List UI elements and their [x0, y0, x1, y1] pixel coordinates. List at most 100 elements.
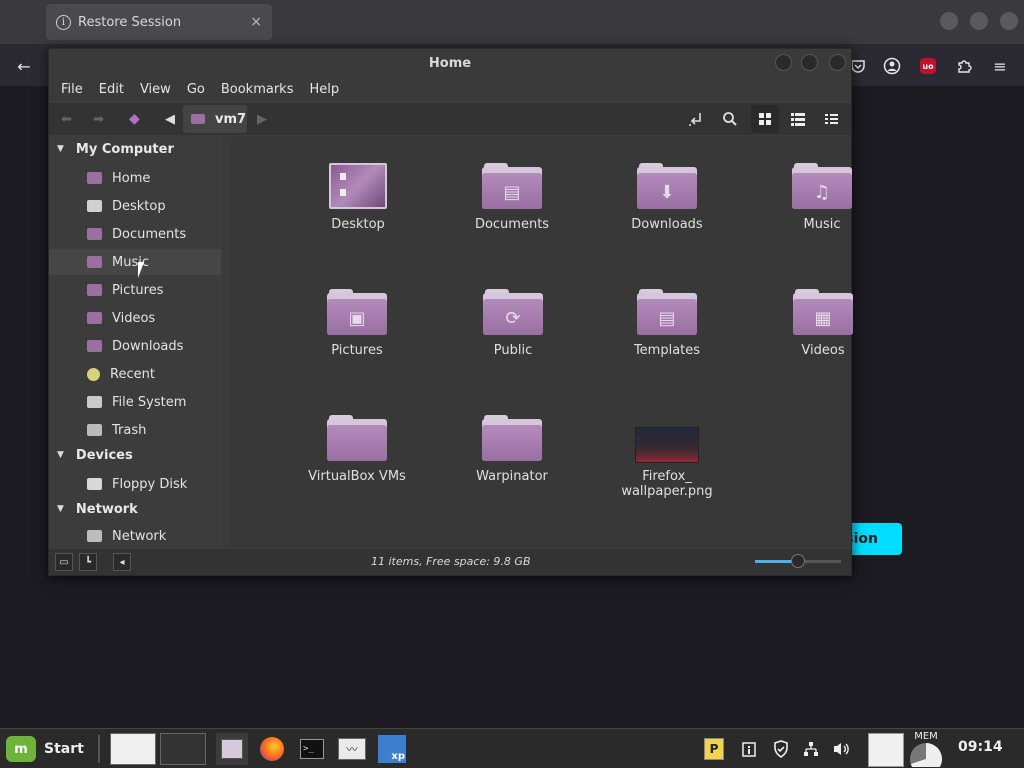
status-text: 11 items, Free space: 9.8 GB	[371, 555, 531, 568]
menu-help[interactable]: Help	[301, 82, 347, 97]
music-folder-icon: ♫	[792, 163, 852, 209]
file-item-documents[interactable]: ▤ Documents	[447, 163, 577, 232]
file-item-templates[interactable]: ▤ Templates	[602, 289, 732, 358]
start-menu-button[interactable]: m Start	[6, 735, 84, 763]
show-places-icon[interactable]: ▭	[55, 553, 73, 571]
file-label: Public	[493, 343, 533, 358]
file-item-public[interactable]: ⟳ Public	[448, 289, 578, 358]
firefox-close-button[interactable]	[1000, 12, 1018, 30]
zoom-slider[interactable]	[755, 554, 841, 568]
ublock-origin-icon[interactable]: uo	[918, 56, 938, 76]
pictures-icon	[87, 284, 102, 296]
sidebar-item-documents[interactable]: Documents	[49, 221, 221, 247]
file-label: Desktop	[331, 217, 385, 232]
memory-monitor[interactable]: MEM	[908, 731, 944, 767]
tray-p-icon[interactable]: P	[704, 738, 724, 760]
firefox-minimize-button[interactable]	[940, 12, 958, 30]
toggle-sidebar-icon[interactable]: ◂	[113, 553, 131, 571]
toggle-location-entry-icon[interactable]	[685, 108, 707, 130]
terminal-launcher[interactable]: >_	[296, 733, 328, 765]
sidebar-item-recent[interactable]: Recent	[49, 361, 221, 387]
forward-icon[interactable]: ➡	[93, 110, 104, 128]
file-item-videos[interactable]: ▦ Videos	[758, 289, 888, 358]
clock[interactable]: 09:14	[958, 739, 1003, 755]
workspace-1[interactable]	[110, 733, 156, 765]
sidebar-item-videos[interactable]: Videos	[49, 305, 221, 331]
maximize-button[interactable]	[801, 54, 818, 71]
firefox-maximize-button[interactable]	[970, 12, 988, 30]
file-manager-window: Home File Edit View Go Bookmarks Help ⬅ …	[48, 48, 853, 576]
workspace-2[interactable]	[160, 733, 206, 765]
file-item-music[interactable]: ♫ Music	[757, 163, 887, 232]
file-label: Pictures	[331, 343, 383, 358]
menu-go[interactable]: Go	[179, 82, 213, 97]
trash-icon	[87, 424, 102, 436]
file-item-firefox-wallpaper[interactable]: Firefox_ wallpaper.png	[602, 427, 732, 499]
file-item-downloads[interactable]: ⬇ Downloads	[602, 163, 732, 232]
extensions-puzzle-icon[interactable]	[954, 56, 974, 76]
system-monitor-icon: 〰	[338, 738, 366, 760]
file-item-desktop[interactable]: Desktop	[293, 163, 423, 232]
desktop-icon	[87, 200, 102, 212]
downloads-folder-icon: ⬇	[637, 163, 697, 209]
icon-view-icon[interactable]	[751, 105, 779, 133]
sidebar-item-trash[interactable]: Trash	[49, 417, 221, 443]
sidebar-item-file-system[interactable]: File System	[49, 389, 221, 415]
sidebar-item-home[interactable]: Home	[49, 165, 221, 191]
sidebar-item-pictures[interactable]: Pictures	[49, 277, 221, 303]
file-item-virtualbox-vms[interactable]: VirtualBox VMs	[292, 415, 422, 484]
linux-mint-logo-icon: m	[6, 736, 36, 762]
music-icon	[87, 256, 102, 268]
menu-view[interactable]: View	[132, 82, 179, 97]
zoom-slider-handle[interactable]	[791, 554, 805, 568]
system-monitor-launcher[interactable]: 〰	[336, 733, 368, 765]
firefox-launcher[interactable]	[256, 733, 288, 765]
list-view-icon[interactable]	[787, 108, 809, 130]
sidebar-item-downloads[interactable]: Downloads	[49, 333, 221, 359]
sidebar-section-network[interactable]: ▼ Network	[57, 499, 138, 519]
file-item-warpinator[interactable]: Warpinator	[447, 415, 577, 484]
minimize-button[interactable]	[775, 54, 792, 71]
menu-file[interactable]: File	[53, 82, 91, 97]
breadcrumb-vm7[interactable]: vm7	[183, 105, 247, 133]
image-thumbnail	[635, 427, 699, 463]
show-desktop-icon[interactable]	[868, 733, 904, 767]
menu-edit[interactable]: Edit	[91, 82, 132, 97]
show-treeview-icon[interactable]: ┗	[79, 553, 97, 571]
menu-bookmarks[interactable]: Bookmarks	[213, 82, 302, 97]
breadcrumb-left-arrow-icon[interactable]: ◀	[165, 110, 175, 128]
taskbar: m Start >_ 〰 xp P MEM 09:14	[0, 728, 1024, 768]
file-label: Documents	[474, 217, 550, 232]
sidebar-section-devices[interactable]: ▼ Devices	[57, 445, 133, 465]
sidebar-item-desktop[interactable]: Desktop	[49, 193, 221, 219]
hamburger-menu-icon[interactable]: ≡	[990, 56, 1010, 76]
file-label: Videos	[801, 343, 845, 358]
expand-triangle-icon: ▼	[57, 144, 64, 154]
breadcrumb-right-arrow-icon[interactable]: ▶	[257, 110, 267, 128]
files-launcher[interactable]	[216, 733, 248, 765]
videos-icon	[87, 312, 102, 324]
account-icon[interactable]	[882, 56, 902, 76]
back-icon[interactable]: ⬅	[61, 110, 72, 128]
sidebar-item-music[interactable]: Music	[49, 249, 221, 275]
terminal-icon: >_	[300, 739, 324, 759]
close-button[interactable]	[829, 54, 846, 71]
volume-icon[interactable]	[832, 739, 852, 759]
xp-app-launcher[interactable]: xp	[376, 733, 408, 765]
shield-icon[interactable]	[772, 739, 790, 759]
network-icon[interactable]	[802, 739, 820, 759]
tab-close-icon[interactable]: ×	[250, 14, 262, 30]
window-titlebar[interactable]: Home	[49, 49, 851, 77]
firefox-tab-restore-session[interactable]: i Restore Session ×	[46, 4, 272, 40]
menubar: File Edit View Go Bookmarks Help	[49, 77, 851, 101]
file-item-pictures[interactable]: ▣ Pictures	[292, 289, 422, 358]
parent-folder-icon[interactable]: ◆	[129, 110, 140, 128]
back-arrow-icon[interactable]: ←	[14, 56, 34, 76]
firefox-icon	[260, 737, 284, 761]
update-manager-icon[interactable]	[740, 739, 758, 759]
sidebar-section-my-computer[interactable]: ▼ My Computer	[57, 139, 174, 159]
sidebar-item-network[interactable]: Network	[49, 525, 221, 547]
sidebar-item-floppy-disk[interactable]: Floppy Disk	[49, 471, 221, 497]
search-icon[interactable]	[719, 108, 741, 130]
compact-view-icon[interactable]	[821, 108, 843, 130]
